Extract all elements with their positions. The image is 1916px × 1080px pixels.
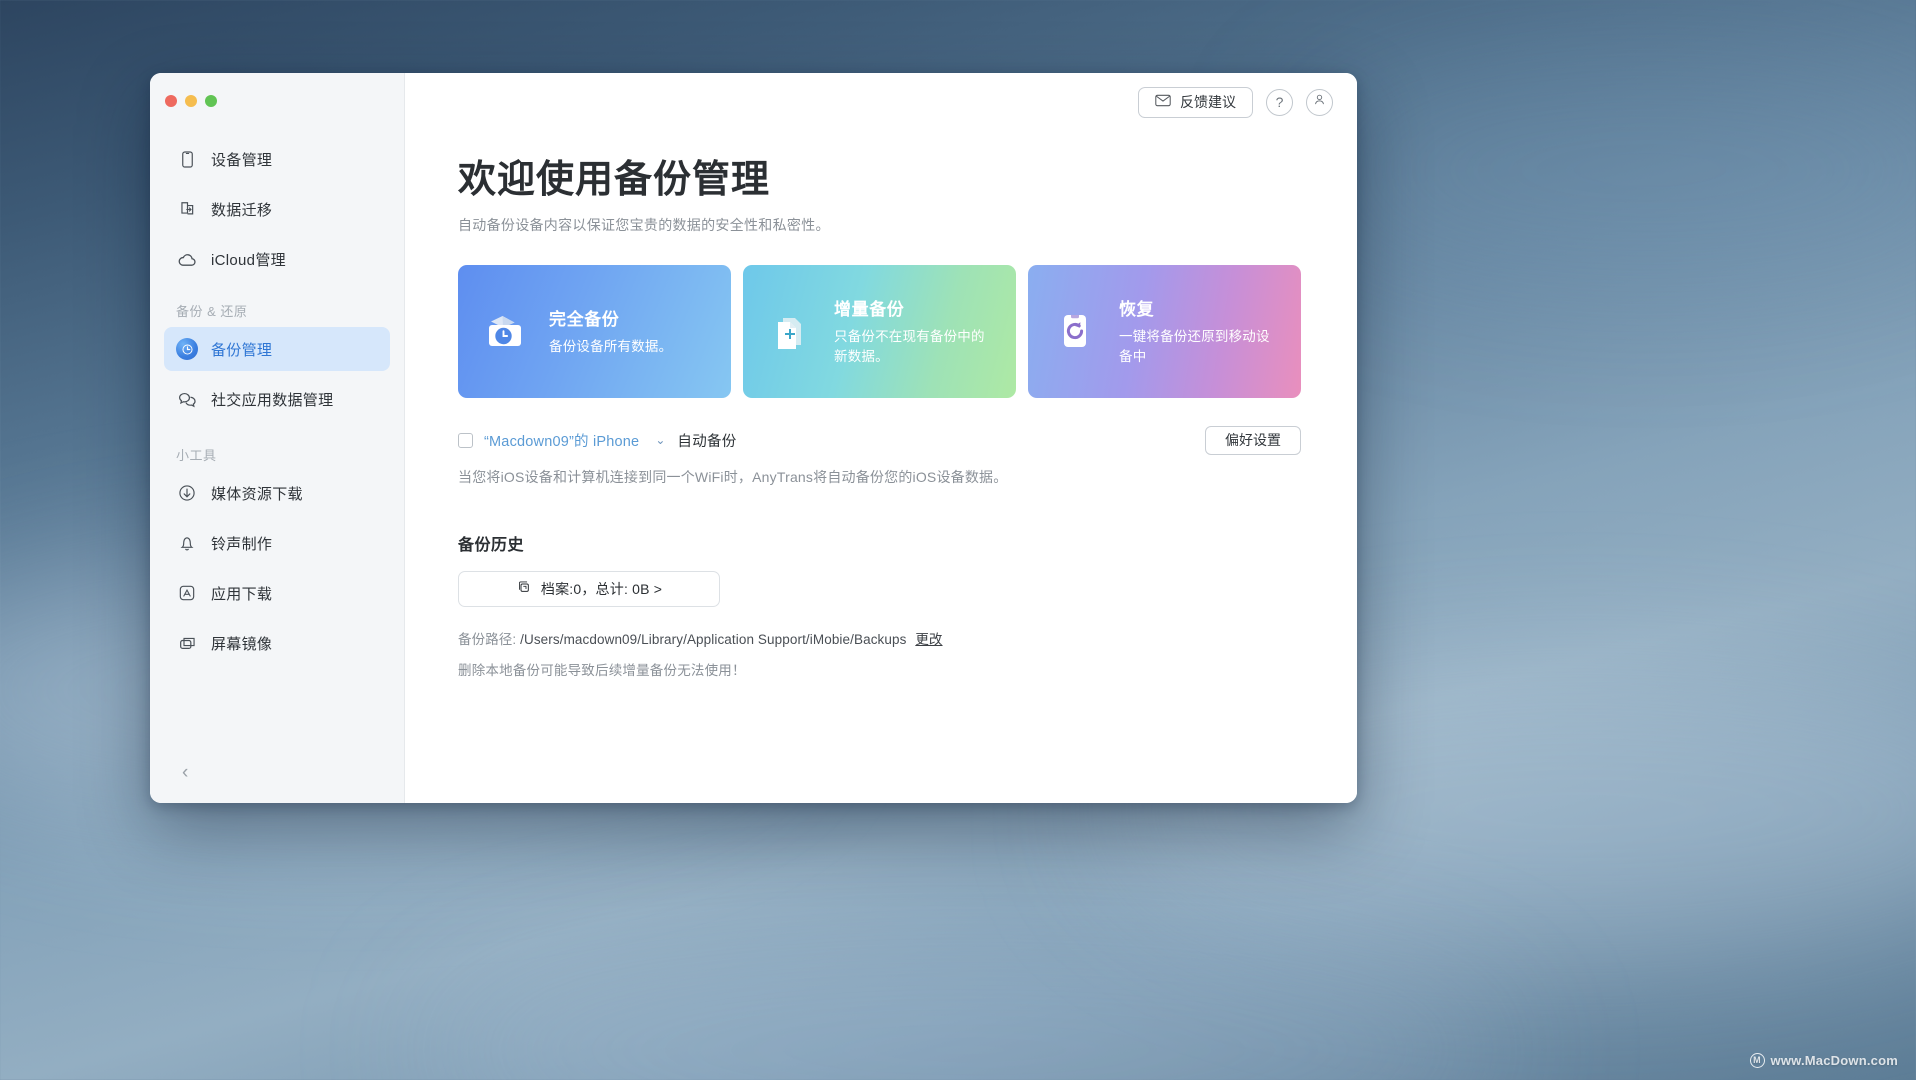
envelope-icon: [1155, 94, 1171, 110]
phone-restore-icon: [1047, 303, 1103, 359]
sidebar-item-label: iCloud管理: [211, 249, 286, 270]
action-cards: 完全备份 备份设备所有数据。 增量备份: [458, 265, 1301, 398]
backup-history-button-label: 档案:0，总计: 0B >: [541, 579, 662, 599]
sidebar-item-social-app-data[interactable]: 社交应用数据管理: [164, 377, 390, 421]
document-plus-icon: [762, 303, 818, 359]
sidebar-item-icloud-management[interactable]: iCloud管理: [164, 237, 390, 281]
user-avatar-icon: [1312, 92, 1327, 112]
sidebar-item-label: 备份管理: [211, 339, 272, 360]
card-incremental-backup[interactable]: 增量备份 只备份不在现有备份中的新数据。: [743, 265, 1016, 398]
sidebar-footer: ‹: [150, 741, 404, 803]
backup-history-button[interactable]: 档案:0，总计: 0B >: [458, 571, 720, 607]
sidebar: 设备管理 数据迁移 iCloud管理: [150, 73, 405, 803]
feedback-button[interactable]: 反馈建议: [1138, 87, 1253, 118]
backup-path-label: 备份路径:: [458, 632, 516, 647]
topbar: 反馈建议 ?: [405, 73, 1357, 131]
cloud-icon: [176, 248, 198, 270]
transfer-icon: [176, 198, 198, 220]
auto-backup-note: 当您将iOS设备和计算机连接到同一个WiFi时，AnyTrans将自动备份您的i…: [458, 467, 1301, 487]
screen-mirror-icon: [176, 632, 198, 654]
watermark: M www.MacDown.com: [1750, 1053, 1898, 1068]
close-button[interactable]: [165, 95, 177, 107]
sidebar-item-label: 媒体资源下载: [211, 483, 303, 504]
backup-path-value: /Users/macdown09/Library/Application Sup…: [520, 632, 906, 647]
sidebar-item-backup-management[interactable]: 备份管理: [164, 327, 390, 371]
card-title: 增量备份: [834, 295, 997, 320]
sidebar-item-label: 应用下载: [211, 583, 272, 604]
feedback-button-label: 反馈建议: [1180, 92, 1236, 112]
sidebar-item-label: 社交应用数据管理: [211, 389, 333, 410]
minimize-button[interactable]: [185, 95, 197, 107]
sidebar-item-app-download[interactable]: 应用下载: [164, 571, 390, 615]
sidebar-nav: 设备管理 数据迁移 iCloud管理: [150, 129, 404, 741]
card-title: 恢复: [1119, 295, 1282, 320]
page-subtitle: 自动备份设备内容以保证您宝贵的数据的安全性和私密性。: [458, 215, 1301, 235]
sidebar-item-device-management[interactable]: 设备管理: [164, 137, 390, 181]
phone-icon: [176, 148, 198, 170]
watermark-text: www.MacDown.com: [1771, 1053, 1898, 1068]
collapse-sidebar-icon[interactable]: ‹: [182, 763, 188, 782]
sidebar-item-data-transfer[interactable]: 数据迁移: [164, 187, 390, 231]
sidebar-item-label: 数据迁移: [211, 199, 272, 220]
device-selector-label[interactable]: “Macdown09”的 iPhone: [484, 430, 639, 451]
backup-history-title: 备份历史: [458, 531, 1301, 555]
sidebar-item-label: 铃声制作: [211, 533, 272, 554]
card-desc: 备份设备所有数据。: [549, 337, 672, 357]
auto-backup-label: 自动备份: [677, 430, 736, 451]
card-desc: 一键将备份还原到移动设备中: [1119, 327, 1282, 366]
auto-backup-checkbox[interactable]: [458, 433, 473, 448]
question-mark-icon: ?: [1276, 95, 1284, 109]
change-backup-path-link[interactable]: 更改: [915, 632, 942, 647]
sidebar-group-backup-restore: 备份 & 还原: [164, 287, 390, 327]
chevron-down-icon[interactable]: ⌄: [655, 433, 665, 447]
sidebar-group-tools: 小工具: [164, 427, 390, 471]
auto-backup-control: “Macdown09”的 iPhone ⌄ 自动备份: [458, 430, 737, 451]
wallpaper-glow: [1300, 60, 1916, 280]
archive-icon: [516, 579, 532, 598]
card-restore[interactable]: 恢复 一键将备份还原到移动设备中: [1028, 265, 1301, 398]
preferences-button[interactable]: 偏好设置: [1205, 426, 1301, 455]
window-traffic-lights: [150, 73, 404, 129]
app-window: 设备管理 数据迁移 iCloud管理: [150, 73, 1357, 803]
account-button[interactable]: [1306, 89, 1333, 116]
page-title: 欢迎使用备份管理: [458, 159, 1301, 202]
auto-backup-row: “Macdown09”的 iPhone ⌄ 自动备份 偏好设置: [458, 426, 1301, 455]
sidebar-item-label: 设备管理: [211, 149, 272, 170]
macdown-logo-icon: M: [1750, 1053, 1765, 1068]
main-panel: 反馈建议 ? 欢迎使用备份管理 自动备份设备内容以保证您宝贵的数据的安全性和私密…: [405, 73, 1357, 803]
sidebar-item-ringtone-maker[interactable]: 铃声制作: [164, 521, 390, 565]
wallpaper-glow: [420, 940, 1520, 1080]
sidebar-item-label: 屏幕镜像: [211, 633, 272, 654]
content-area: 欢迎使用备份管理 自动备份设备内容以保证您宝贵的数据的安全性和私密性。: [405, 131, 1357, 803]
backup-clock-icon: [176, 338, 198, 360]
preferences-button-label: 偏好设置: [1225, 430, 1281, 450]
card-desc: 只备份不在现有备份中的新数据。: [834, 327, 997, 366]
folder-clock-icon: [477, 303, 533, 359]
sidebar-item-media-download[interactable]: 媒体资源下载: [164, 471, 390, 515]
chat-icon: [176, 388, 198, 410]
maximize-button[interactable]: [205, 95, 217, 107]
card-full-backup[interactable]: 完全备份 备份设备所有数据。: [458, 265, 731, 398]
sidebar-item-screen-mirror[interactable]: 屏幕镜像: [164, 621, 390, 665]
download-icon: [176, 482, 198, 504]
help-button[interactable]: ?: [1266, 89, 1293, 116]
bell-icon: [176, 532, 198, 554]
backup-warning-text: 删除本地备份可能导致后续增量备份无法使用！: [458, 659, 1301, 679]
appstore-icon: [176, 582, 198, 604]
backup-path-line: 备份路径: /Users/macdown09/Library/Applicati…: [458, 628, 1301, 648]
card-title: 完全备份: [549, 305, 672, 330]
